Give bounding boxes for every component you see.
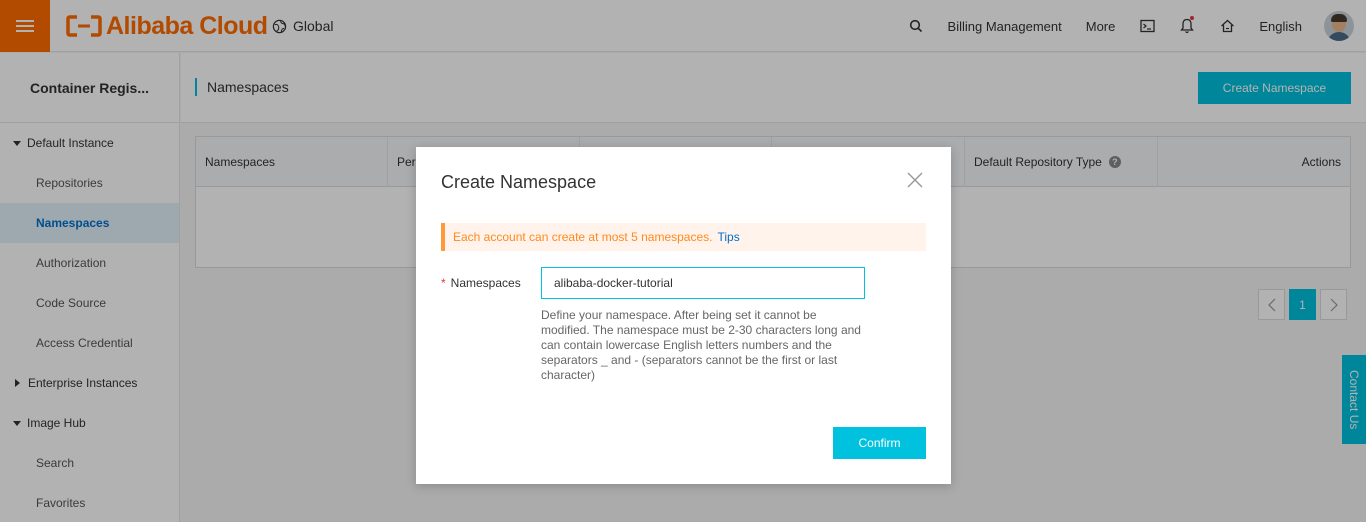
namespace-input[interactable]	[541, 267, 865, 299]
dialog-title: Create Namespace	[441, 172, 597, 192]
required-marker: *	[441, 276, 446, 290]
namespace-field-label: * Namespaces	[441, 276, 521, 290]
tips-link[interactable]: Tips	[717, 230, 739, 244]
namespace-help-text: Define your namespace. After being set i…	[541, 308, 861, 382]
notice-text: Each account can create at most 5 namesp…	[453, 230, 713, 244]
close-icon[interactable]	[906, 171, 924, 189]
confirm-button[interactable]: Confirm	[833, 427, 926, 459]
create-namespace-dialog: Create Namespace Each account can create…	[416, 147, 951, 484]
limit-notice: Each account can create at most 5 namesp…	[441, 223, 926, 251]
field-label-text: Namespaces	[450, 276, 521, 290]
